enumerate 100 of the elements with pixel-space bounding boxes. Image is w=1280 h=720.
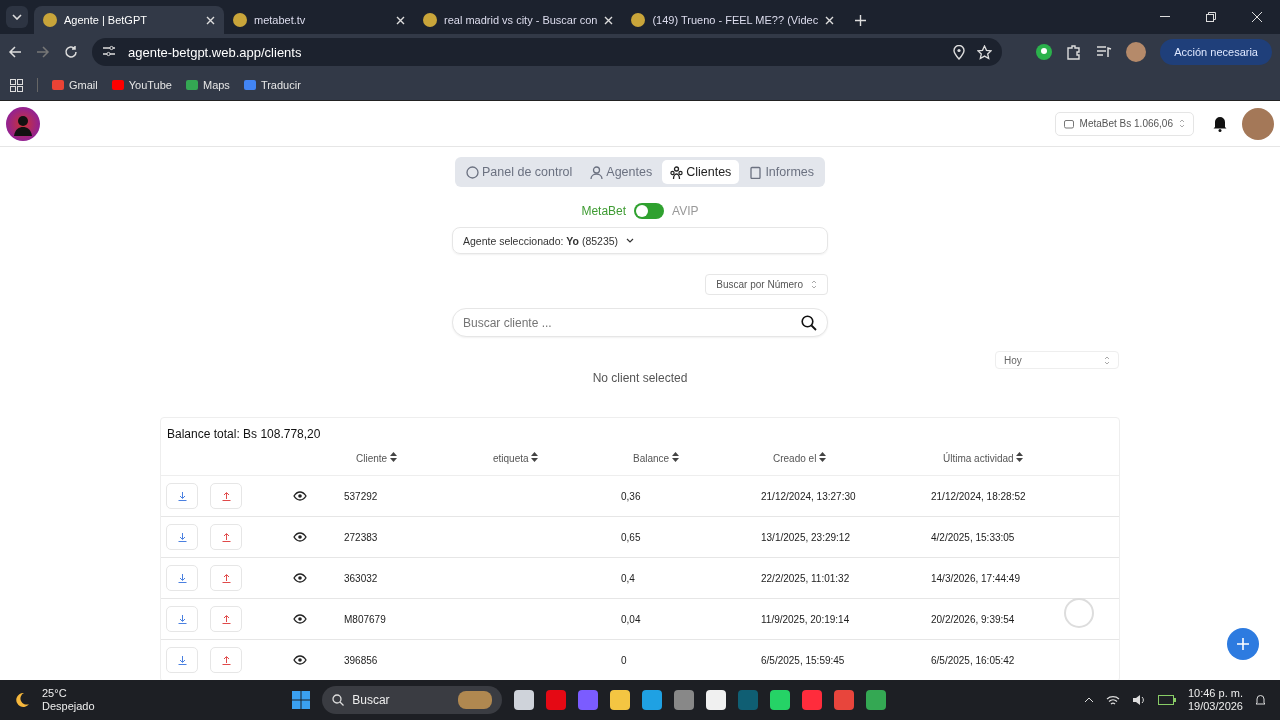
moon-icon[interactable] [14, 692, 30, 708]
eye-icon[interactable] [293, 655, 307, 665]
profile-avatar[interactable] [1126, 42, 1147, 62]
notification-bell-icon[interactable] [1212, 115, 1228, 132]
sort-icon[interactable] [389, 452, 397, 462]
platform-switch[interactable] [634, 203, 665, 219]
upload-icon [221, 491, 231, 501]
download-icon [177, 532, 187, 542]
deposit-button[interactable] [166, 483, 198, 509]
table-cell-text: M807679 [344, 613, 387, 625]
logo-avatar[interactable] [6, 106, 40, 141]
eye-icon[interactable] [293, 532, 307, 542]
withdraw-button[interactable] [210, 647, 242, 673]
search-icon[interactable] [801, 315, 817, 331]
search-mode-select[interactable]: Buscar por Número [705, 274, 828, 295]
temperature-text: 25°C [42, 687, 68, 700]
platform-label: AVIP [672, 204, 699, 218]
section-tab[interactable]: Agentes [582, 160, 661, 184]
table-cell-text: 6/5/2025, 16:05:42 [931, 654, 1016, 666]
tab-search-button[interactable] [6, 6, 28, 28]
favicon-icon [233, 13, 247, 27]
table-cell-text: 6/5/2025, 15:59:45 [761, 654, 846, 666]
close-icon[interactable] [604, 15, 614, 25]
table-cell-text: 363032 [344, 572, 379, 584]
deposit-button[interactable] [166, 565, 198, 591]
empty-message: No client selected [591, 371, 689, 385]
location-pin-icon[interactable] [953, 44, 966, 60]
browser-tab[interactable]: Agente | BetGPT [34, 6, 224, 34]
forward-icon[interactable] [36, 45, 50, 59]
close-icon[interactable] [206, 15, 215, 25]
chevron-down-icon[interactable] [12, 14, 22, 20]
wallet-icon [1063, 118, 1074, 129]
bookmark-star-icon[interactable] [977, 44, 993, 60]
column-header[interactable]: Balance [621, 452, 761, 464]
eye-icon[interactable] [293, 491, 307, 501]
column-header[interactable]: etiqueta [481, 452, 621, 464]
puzzle-icon[interactable] [1066, 44, 1083, 60]
client-search-field[interactable]: Buscar cliente ... [452, 308, 828, 337]
action-needed-button[interactable]: Acción necesaria [1160, 39, 1272, 65]
plus-icon [1237, 638, 1249, 650]
bell-icon[interactable] [1255, 693, 1266, 707]
period-select[interactable]: Hoy [995, 351, 1119, 369]
column-header[interactable]: Última actividad [931, 452, 1119, 464]
deposit-button[interactable] [166, 606, 198, 632]
chevron-down-icon [626, 238, 635, 243]
deposit-button[interactable] [166, 647, 198, 673]
upload-icon [221, 573, 231, 583]
back-icon[interactable] [8, 45, 22, 59]
table-cell-text: 0,4 [621, 572, 636, 584]
battery-icon[interactable] [1157, 695, 1176, 705]
group-icon [670, 165, 684, 179]
withdraw-button[interactable] [210, 483, 242, 509]
sort-icon[interactable] [531, 452, 539, 462]
bookmark-link[interactable]: Gmail [52, 79, 98, 91]
add-button[interactable] [1227, 628, 1259, 660]
upload-icon [221, 655, 231, 665]
deposit-button[interactable] [166, 524, 198, 550]
close-icon[interactable] [825, 15, 835, 25]
speaker-icon[interactable] [1131, 694, 1146, 706]
windows-start-icon[interactable] [292, 691, 311, 709]
eye-icon[interactable] [293, 614, 307, 624]
wallet-select[interactable]: MetaBet Bs 1.066,06 [1054, 111, 1194, 136]
extension-icon[interactable] [1036, 44, 1053, 60]
section-tab[interactable]: Informes [741, 160, 822, 184]
user-avatar[interactable] [1242, 107, 1274, 140]
table-cell-text: 272383 [344, 531, 379, 543]
bookmark-link[interactable]: Traducir [243, 79, 301, 91]
favicon-icon [423, 13, 437, 27]
updown-caret-icon [811, 280, 817, 289]
sort-icon[interactable] [671, 452, 679, 462]
section-tab[interactable]: Clientes [662, 160, 740, 184]
table-cell-text: 537292 [344, 490, 379, 502]
browser-tab[interactable]: metabet.tv [224, 6, 414, 34]
withdraw-button[interactable] [210, 606, 242, 632]
withdraw-button[interactable] [210, 524, 242, 550]
chevron-up-icon[interactable] [1083, 697, 1094, 703]
apps-grid-icon[interactable] [10, 78, 23, 92]
clipboard-icon [749, 165, 763, 179]
browser-tab[interactable]: (149) Trueno - FEEL ME?? (Videc [622, 6, 844, 34]
agent-dropdown[interactable]: Agente seleccionado: Yo (85235) [452, 227, 828, 254]
sort-icon[interactable] [1016, 452, 1024, 462]
new-tab-icon[interactable] [855, 15, 867, 26]
browser-tab[interactable]: real madrid vs city - Buscar con [414, 6, 623, 34]
reload-icon[interactable] [64, 45, 78, 59]
table-cell-text: 14/3/2026, 17:44:49 [931, 572, 1021, 584]
section-tab[interactable]: Panel de control [458, 160, 581, 184]
column-header[interactable]: Cliente [344, 452, 481, 464]
media-icon[interactable] [1096, 45, 1113, 59]
search-icon [332, 694, 345, 706]
taskbar-search-field[interactable]: Buscar [322, 686, 503, 714]
wifi-icon[interactable] [1105, 694, 1120, 706]
download-icon [177, 614, 187, 624]
close-icon[interactable] [396, 15, 405, 25]
bookmark-link[interactable]: Maps [185, 79, 230, 91]
column-header[interactable]: Creado el [761, 452, 931, 464]
bookmark-link[interactable]: YouTube [111, 79, 172, 91]
sort-icon[interactable] [819, 452, 827, 462]
address-bar[interactable]: agente-betgpt.web.app/clients [92, 38, 1003, 66]
withdraw-button[interactable] [210, 565, 242, 591]
eye-icon[interactable] [293, 573, 307, 583]
